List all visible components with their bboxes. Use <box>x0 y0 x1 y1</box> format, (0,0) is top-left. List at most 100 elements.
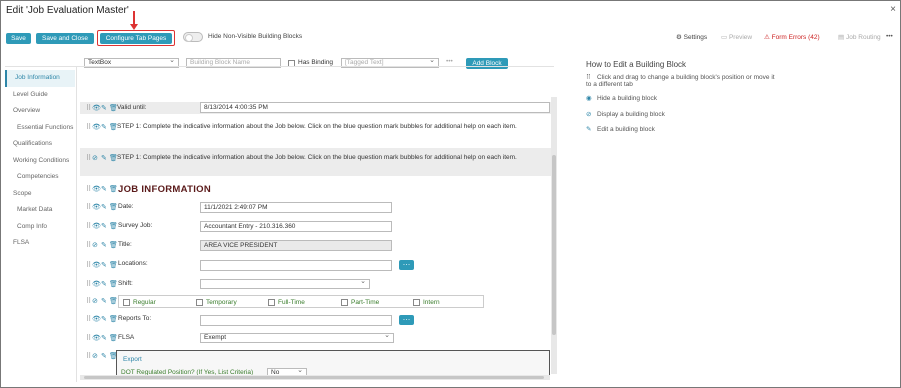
export-label: Export <box>123 356 142 363</box>
sidebar-item-comp-info[interactable]: Comp Info <box>5 219 75 236</box>
reports-to-picker-button[interactable]: … <box>399 314 414 325</box>
eye-icon[interactable]: 👁 <box>92 104 101 112</box>
edit-icon[interactable]: ✎ <box>101 334 107 342</box>
annotation-arrow-shaft <box>133 11 135 25</box>
edit-icon[interactable]: ✎ <box>101 154 107 162</box>
edit-icon[interactable]: ✎ <box>101 185 107 193</box>
horizontal-scrollbar[interactable] <box>80 375 550 380</box>
edit-icon[interactable]: ✎ <box>101 315 107 323</box>
edit-icon[interactable]: ✎ <box>101 104 107 112</box>
reports-to-label: Reports To: <box>118 315 152 322</box>
edit-icon[interactable]: ✎ <box>101 280 107 288</box>
regular-checkbox[interactable] <box>123 299 130 306</box>
eye-icon[interactable]: 👁 <box>92 280 101 288</box>
delete-icon[interactable]: 🗑 <box>109 104 118 112</box>
form-errors-label: Form Errors (42) <box>771 34 820 41</box>
eye-slash-icon[interactable]: ⊘ <box>92 297 98 305</box>
temporary-label: Temporary <box>206 299 237 306</box>
form-errors-button[interactable]: ⚠ Form Errors (42) <box>764 33 820 41</box>
row-icons: ⠿ 👁 ✎ 🗑 <box>86 261 118 270</box>
preview-button[interactable]: ▭ Preview <box>721 33 752 41</box>
sidebar-item-working-conditions[interactable]: Working Conditions <box>5 153 75 170</box>
save-and-close-button[interactable]: Save and Close <box>36 33 94 44</box>
sidebar-item-market-data[interactable]: Market Data <box>5 202 75 219</box>
edit-icon[interactable]: ✎ <box>101 222 107 230</box>
save-button[interactable]: Save <box>6 33 31 44</box>
valid-until-value[interactable]: 8/13/2014 4:00:35 PM <box>200 102 550 113</box>
sidebar-item-level-guide[interactable]: Level Guide <box>5 87 75 104</box>
delete-icon[interactable]: 🗑 <box>109 154 118 162</box>
edit-icon[interactable]: ✎ <box>101 297 107 305</box>
delete-icon[interactable]: 🗑 <box>109 352 118 360</box>
sidebar-item-overview[interactable]: Overview <box>5 103 75 120</box>
delete-icon[interactable]: 🗑 <box>109 203 118 211</box>
help-drag-text: Click and drag to change a building bloc… <box>586 74 775 88</box>
full-time-label: Full-Time <box>278 299 305 306</box>
sidebar-item-scope[interactable]: Scope <box>5 186 75 203</box>
vertical-scrollbar[interactable] <box>551 97 557 374</box>
temporary-checkbox[interactable] <box>196 299 203 306</box>
help-title: How to Edit a Building Block <box>586 60 687 69</box>
tab-sidebar: Job Information Level Guide Overview Ess… <box>5 70 75 252</box>
delete-icon[interactable]: 🗑 <box>109 297 118 305</box>
scrollbar-thumb[interactable] <box>552 155 556 335</box>
edit-icon[interactable]: ✎ <box>101 241 107 249</box>
eye-icon[interactable]: 👁 <box>92 222 101 230</box>
eye-slash-icon[interactable]: ⊘ <box>92 352 98 360</box>
has-binding-label: Has Binding <box>298 59 334 66</box>
block-valid-until[interactable]: ⠿ 👁 ✎ 🗑 Valid until: 8/13/2014 4:00:35 P… <box>80 102 552 114</box>
tagged-text-ellipsis-button[interactable]: ••• <box>446 58 453 65</box>
intern-checkbox[interactable] <box>413 299 420 306</box>
close-icon[interactable]: × <box>890 4 896 15</box>
edit-icon[interactable]: ✎ <box>101 352 107 360</box>
add-block-button[interactable]: Add Block <box>466 58 508 69</box>
full-time-checkbox[interactable] <box>268 299 275 306</box>
preview-label: Preview <box>728 34 753 41</box>
configure-tab-pages-button[interactable]: Configure Tab Pages <box>100 33 172 44</box>
row-icons: ⠿ 👁 ✎ 🗑 <box>86 123 118 132</box>
edit-icon[interactable]: ✎ <box>101 261 107 269</box>
edit-icon[interactable]: ✎ <box>101 123 107 131</box>
eye-icon[interactable]: 👁 <box>92 315 101 323</box>
sidebar-item-flsa[interactable]: FLSA <box>5 235 75 252</box>
sidebar-item-job-information[interactable]: Job Information <box>5 70 75 87</box>
eye-icon[interactable]: 👁 <box>92 261 101 269</box>
survey-job-value[interactable]: Accountant Entry - 210.316.360 <box>200 221 392 232</box>
delete-icon[interactable]: 🗑 <box>109 280 118 288</box>
locations-picker-button[interactable]: … <box>399 259 414 270</box>
block-step1[interactable]: ⠿ 👁 ✎ 🗑 STEP 1: Complete the indicative … <box>80 118 552 138</box>
scrollbar-thumb[interactable] <box>84 376 544 379</box>
eye-slash-icon[interactable]: ⊘ <box>92 241 98 249</box>
hide-nonvisible-toggle[interactable] <box>183 32 203 42</box>
job-routing-button[interactable]: ▤ Job Routing <box>838 33 881 41</box>
locations-value[interactable] <box>200 260 392 271</box>
delete-icon[interactable]: 🗑 <box>109 123 118 131</box>
delete-icon[interactable]: 🗑 <box>109 241 118 249</box>
block-step1-hidden[interactable]: ⠿ ⊘ ✎ 🗑 STEP 1: Complete the indicative … <box>80 148 552 176</box>
sidebar-item-competencies[interactable]: Competencies <box>5 169 75 186</box>
delete-icon[interactable]: 🗑 <box>109 334 118 342</box>
part-time-checkbox[interactable] <box>341 299 348 306</box>
sidebar-item-essential-functions[interactable]: Essential Functions <box>5 120 75 137</box>
delete-icon[interactable]: 🗑 <box>109 261 118 269</box>
eye-icon[interactable]: 👁 <box>92 334 101 342</box>
more-menu-icon[interactable]: ••• <box>886 33 893 40</box>
eye-slash-icon[interactable]: ⊘ <box>92 154 98 162</box>
part-time-label: Part-Time <box>351 299 380 306</box>
warning-icon: ⚠ <box>764 34 770 41</box>
delete-icon[interactable]: 🗑 <box>109 185 118 193</box>
row-icons: ⠿ 👁 ✎ 🗑 <box>86 334 118 343</box>
eye-icon[interactable]: 👁 <box>92 185 101 193</box>
settings-button[interactable]: ⚙ Settings <box>676 33 707 41</box>
eye-icon[interactable]: 👁 <box>92 203 101 211</box>
shift-select[interactable] <box>200 278 370 289</box>
delete-icon[interactable]: 🗑 <box>109 222 118 230</box>
locations-label: Locations: <box>118 260 148 267</box>
edit-icon[interactable]: ✎ <box>101 203 107 211</box>
delete-icon[interactable]: 🗑 <box>109 315 118 323</box>
eye-icon[interactable]: 👁 <box>92 123 101 131</box>
date-value[interactable]: 11/1/2021 2:49:07 PM <box>200 202 392 213</box>
sidebar-item-qualifications[interactable]: Qualifications <box>5 136 75 153</box>
reports-to-value[interactable] <box>200 315 392 326</box>
flsa-select[interactable]: Exempt <box>200 332 394 343</box>
